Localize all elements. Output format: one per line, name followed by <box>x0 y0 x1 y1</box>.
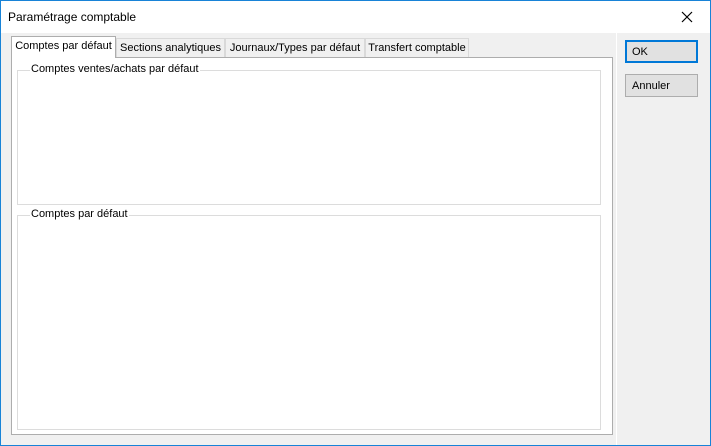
group-title: Comptes par défaut <box>30 208 129 220</box>
close-button[interactable] <box>664 1 710 33</box>
dialog-window: Paramétrage comptable Comptes par défaut… <box>0 0 711 446</box>
tab-journaux-types[interactable]: Journaux/Types par défaut <box>225 38 365 58</box>
close-icon <box>681 11 693 23</box>
group-comptes-defaut: Comptes par défaut <box>17 208 601 430</box>
window-title: Paramétrage comptable <box>8 10 137 24</box>
title-bar: Paramétrage comptable <box>1 1 710 33</box>
ok-button[interactable]: OK <box>625 40 698 63</box>
group-ventes-achats: Comptes ventes/achats par défaut <box>17 63 601 205</box>
cancel-button[interactable]: Annuler <box>625 74 698 97</box>
tab-panel: Comptes ventes/achats par défaut Comptes… <box>11 57 613 435</box>
tab-sections-analytiques[interactable]: Sections analytiques <box>116 38 225 58</box>
group-title: Comptes ventes/achats par défaut <box>30 63 200 75</box>
pane-divider <box>616 33 617 445</box>
tab-comptes-par-defaut[interactable]: Comptes par défaut <box>11 36 116 58</box>
tab-transfert-comptable[interactable]: Transfert comptable <box>365 38 469 58</box>
